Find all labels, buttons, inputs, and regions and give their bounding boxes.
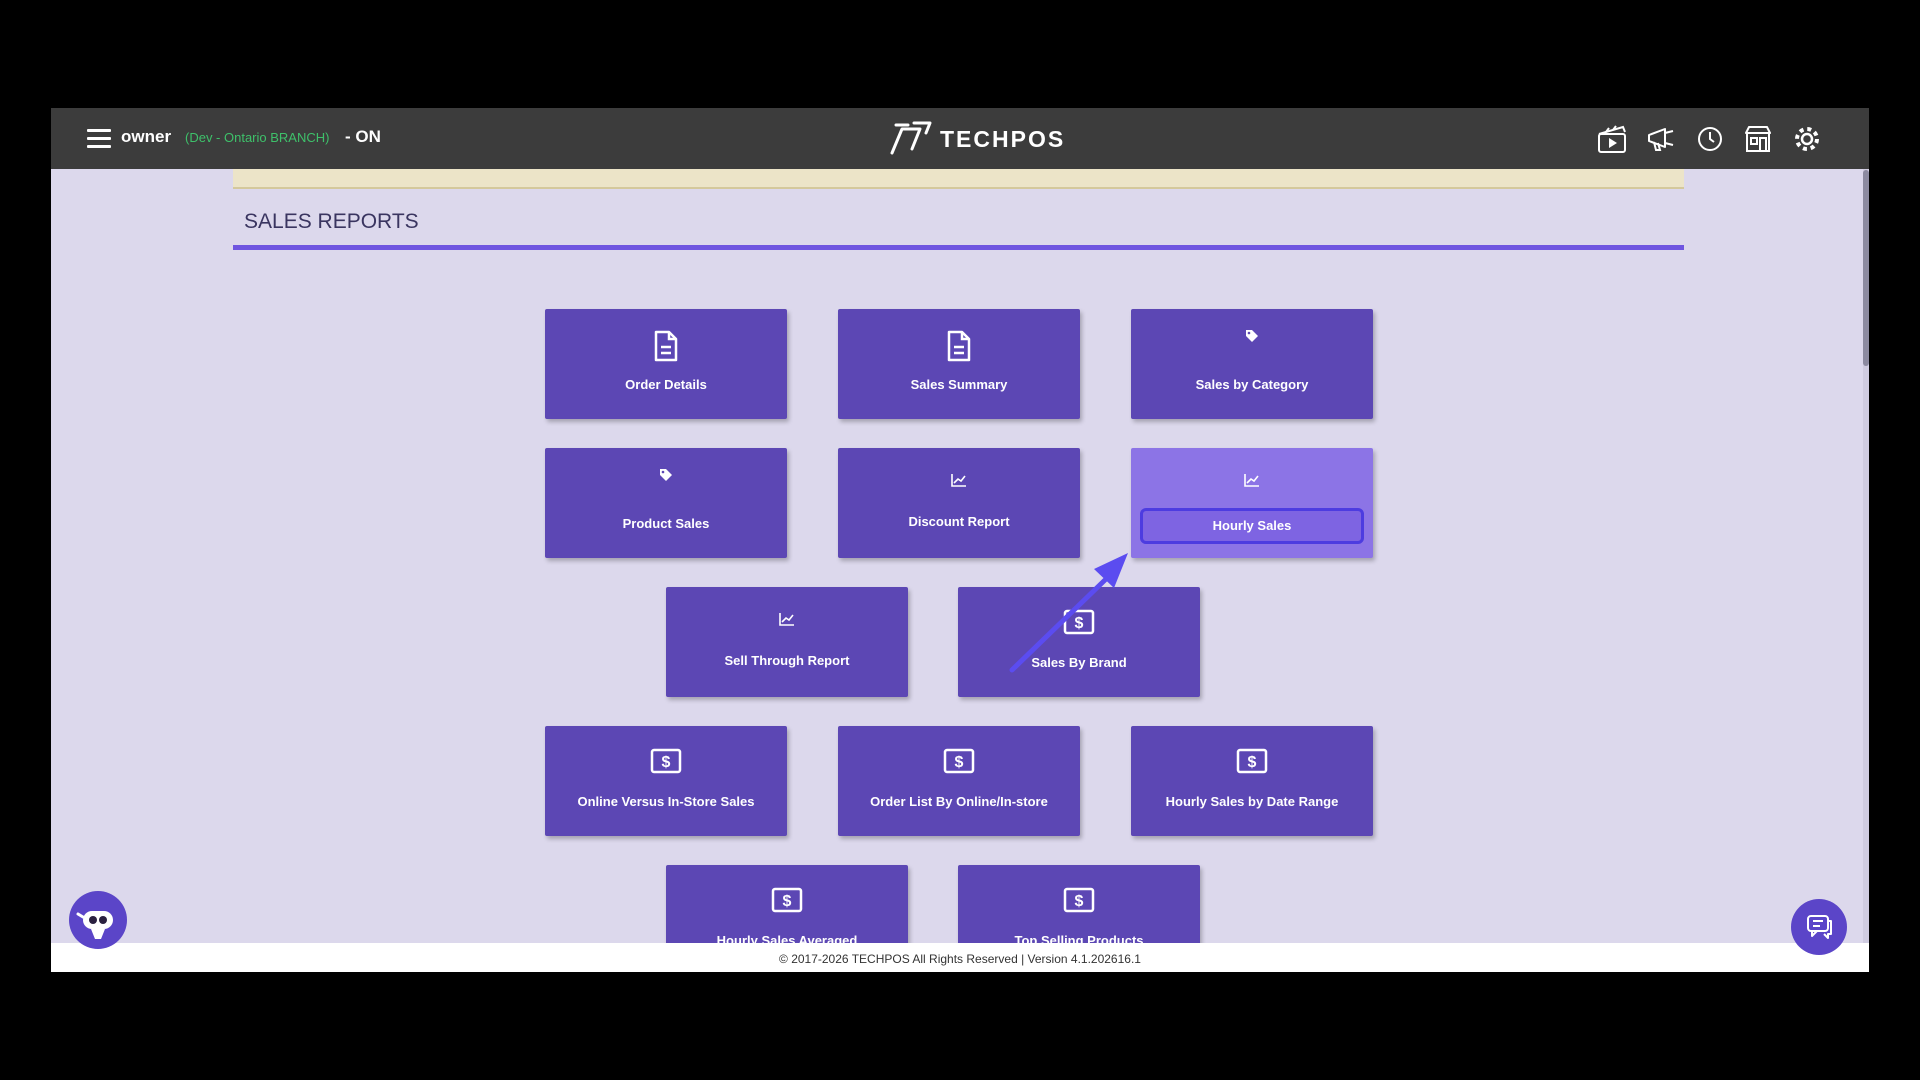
tile-label: Sales by Category: [1195, 377, 1309, 392]
chart-icon: [666, 602, 908, 636]
tile-sales-summary[interactable]: Sales Summary: [838, 309, 1080, 419]
assistant-robot-button[interactable]: [69, 891, 127, 949]
chart-icon: [838, 463, 1080, 497]
document-icon: [838, 329, 1080, 363]
tile-label: Discount Report: [908, 514, 1010, 529]
dollar-icon: $: [666, 883, 908, 917]
svg-text:$: $: [783, 893, 792, 910]
document-icon: [545, 329, 787, 363]
footer: © 2017-2026 TECHPOS All Rights Reserved …: [51, 943, 1869, 972]
tile-sales-by-category[interactable]: Sales by Category: [1131, 309, 1373, 419]
dollar-icon: $: [545, 744, 787, 778]
user-name: owner: [121, 127, 172, 146]
section-title: SALES REPORTS: [244, 210, 419, 233]
chart-icon: [1131, 463, 1373, 497]
dollar-icon: $: [1131, 744, 1373, 778]
robot-icon: [76, 911, 113, 939]
section-underline: [233, 245, 1684, 250]
tile-label: Hourly Sales: [1140, 508, 1364, 544]
tile-label: Product Sales: [622, 516, 710, 531]
svg-text:$: $: [662, 754, 671, 771]
tile-discount-report[interactable]: Discount Report: [838, 448, 1080, 558]
techpos-logo[interactable]: TECHPOS: [886, 118, 1065, 160]
tile-sell-through-report[interactable]: Sell Through Report: [666, 587, 908, 697]
svg-text:$: $: [955, 754, 964, 771]
store-icon[interactable]: [1742, 123, 1774, 155]
clock-icon[interactable]: [1694, 123, 1726, 155]
clapperboard-icon[interactable]: [1596, 123, 1628, 155]
online-status: - ON: [345, 127, 381, 146]
tile-online-vs-instore[interactable]: $ Online Versus In-Store Sales: [545, 726, 787, 836]
tile-hourly-sales[interactable]: Hourly Sales: [1131, 448, 1373, 558]
tile-label: Order List By Online/In-store: [870, 794, 1048, 809]
tile-hourly-sales-date-range[interactable]: $ Hourly Sales by Date Range: [1131, 726, 1373, 836]
tile-order-details[interactable]: Order Details: [545, 309, 787, 419]
tag-icon: [1131, 319, 1373, 353]
tile-label: Sell Through Report: [724, 653, 850, 668]
notice-strip: [233, 169, 1684, 189]
app-window: owner (Dev - Ontario BRANCH) - ON TECHPO…: [51, 108, 1869, 972]
chat-icon: [1807, 915, 1832, 939]
tile-label: Sales Summary: [910, 377, 1008, 392]
svg-text:$: $: [1248, 754, 1257, 771]
tile-order-list-online-instore[interactable]: $ Order List By Online/In-store: [838, 726, 1080, 836]
menu-icon[interactable]: [87, 129, 111, 149]
dollar-icon: $: [958, 883, 1200, 917]
tile-product-sales[interactable]: Product Sales: [545, 448, 787, 558]
tile-label: Sales By Brand: [1031, 655, 1127, 670]
tile-label: Online Versus In-Store Sales: [577, 794, 755, 809]
top-bar: owner (Dev - Ontario BRANCH) - ON TECHPO…: [51, 108, 1869, 169]
tile-label: Hourly Sales by Date Range: [1165, 794, 1339, 809]
megaphone-icon[interactable]: [1645, 123, 1677, 155]
tile-label: Order Details: [625, 377, 707, 392]
gear-icon[interactable]: [1791, 123, 1823, 155]
scrollbar-thumb[interactable]: [1863, 170, 1869, 366]
tag-icon: [545, 458, 787, 492]
svg-text:$: $: [1075, 893, 1084, 910]
logo-text: TECHPOS: [940, 125, 1066, 152]
chat-button[interactable]: [1791, 899, 1847, 955]
logo-mark-icon: [890, 121, 932, 155]
dollar-icon: $: [958, 605, 1200, 639]
svg-text:$: $: [1075, 615, 1084, 632]
branch-label: (Dev - Ontario BRANCH): [185, 130, 330, 145]
dollar-icon: $: [838, 744, 1080, 778]
tile-sales-by-brand[interactable]: $ Sales By Brand: [958, 587, 1200, 697]
